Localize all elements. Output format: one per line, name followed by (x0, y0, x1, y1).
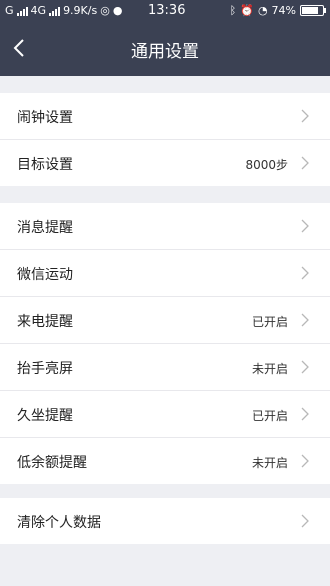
chevron-right-icon (301, 266, 309, 280)
message-icon: ● (112, 4, 123, 17)
row-value: 未开启 (251, 456, 288, 470)
settings-row-clear-data[interactable]: 清除个人数据 (0, 498, 330, 544)
page-title: 通用设置 (131, 42, 199, 62)
settings-row-goal[interactable]: 目标设置 8000步 (0, 140, 330, 186)
row-label: 低余额提醒 (17, 455, 87, 471)
chevron-right-icon (301, 219, 309, 233)
row-label: 目标设置 (17, 157, 73, 173)
settings-row-wechat-sport[interactable]: 微信运动 (0, 250, 330, 297)
battery-percent: 74% (271, 4, 296, 17)
row-label: 微信运动 (17, 267, 73, 283)
row-value: 已开启 (251, 315, 288, 329)
row-value: 8000步 (245, 158, 288, 172)
row-label: 闹钟设置 (17, 110, 73, 126)
row-label: 抬手亮屏 (17, 361, 73, 377)
row-label: 消息提醒 (17, 220, 73, 236)
chevron-right-icon (301, 109, 309, 123)
settings-group-3: 清除个人数据 (0, 498, 330, 544)
settings-group-1: 闹钟设置 目标设置 8000步 (0, 93, 330, 186)
chevron-right-icon (301, 360, 309, 374)
row-label: 来电提醒 (17, 314, 73, 330)
status-time: 13:36 (148, 3, 186, 18)
alarm-icon: ⏰ (240, 4, 254, 17)
app-notification-icon: ◎ (100, 4, 110, 17)
row-label: 清除个人数据 (17, 515, 101, 531)
signal-icon-2 (49, 6, 61, 16)
chevron-right-icon (301, 313, 309, 327)
settings-row-sedentary-reminder[interactable]: 久坐提醒 已开启 (0, 391, 330, 438)
settings-row-call-reminder[interactable]: 来电提醒 已开启 (0, 297, 330, 344)
settings-row-raise-to-wake[interactable]: 抬手亮屏 未开启 (0, 344, 330, 391)
chevron-right-icon (301, 156, 309, 170)
battery-icon (300, 5, 326, 16)
chevron-right-icon (301, 514, 309, 528)
app-header: 通用设置 (0, 22, 330, 76)
battery-fill (302, 7, 319, 14)
network-type: 4G (30, 4, 47, 17)
wifi-icon: ◔ (257, 4, 268, 17)
row-value: 已开启 (251, 409, 288, 423)
status-bar: G 4G 9.9K/s ◎ ● 13:36 ᛒ ⏰ ◔ 74% (0, 0, 330, 22)
row-label: 久坐提醒 (17, 408, 73, 424)
speed-readout: 9.9K/s (63, 4, 98, 17)
chevron-right-icon (301, 454, 309, 468)
settings-group-2: 消息提醒 微信运动 来电提醒 已开启 抬手亮屏 未开启 久坐提醒 已开启 低余额… (0, 203, 330, 484)
bluetooth-icon: ᛒ (229, 4, 237, 17)
settings-row-message-reminder[interactable]: 消息提醒 (0, 203, 330, 250)
row-value: 未开启 (251, 362, 288, 376)
settings-row-alarm[interactable]: 闹钟设置 (0, 93, 330, 140)
chevron-right-icon (301, 407, 309, 421)
network-label: G (5, 4, 14, 17)
settings-row-low-balance[interactable]: 低余额提醒 未开启 (0, 438, 330, 484)
signal-icon (16, 6, 28, 16)
